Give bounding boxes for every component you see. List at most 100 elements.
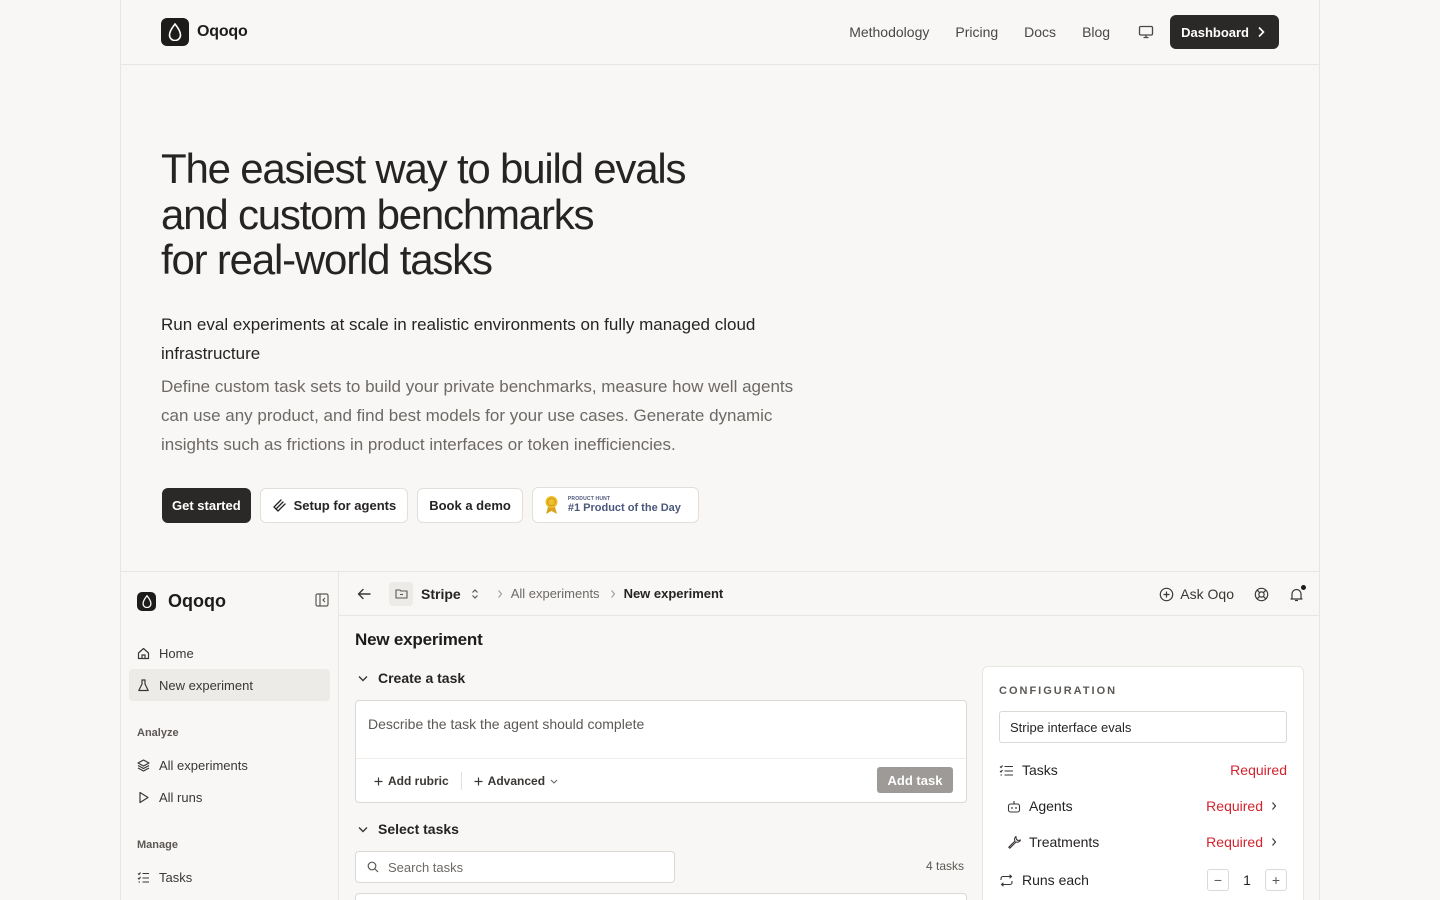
task-composer: Describe the task the agent should compl… [355,700,967,803]
logo-icon [161,18,189,46]
ask-oqo-label: Ask Oqo [1180,586,1234,602]
sidebar-brand[interactable]: Oqoqo [137,591,226,612]
sidebar-item-tasks[interactable]: Tasks [129,861,330,893]
app-sidebar: Oqoqo Home New experiment Analyze All ex… [120,572,339,900]
required-badge: Required [1206,798,1277,814]
setup-agents-label: Setup for agents [293,497,397,513]
hero-title-line: for real-world tasks [161,236,493,283]
brand[interactable]: Oqoqo [161,18,248,46]
configuration-panel: CONFIGURATION Stripe interface evals Tas… [982,666,1304,900]
sidebar-item-label: New experiment [159,677,253,693]
add-rubric-button[interactable]: Add rubric [374,774,449,788]
sidebar-item-home[interactable]: Home [129,637,330,669]
config-label: Runs each [1022,872,1089,888]
list-checks-icon [999,764,1013,776]
task-description-input[interactable]: Describe the task the agent should compl… [368,716,644,732]
create-task-section-toggle[interactable]: Create a task [358,670,465,686]
breadcrumb-current: New experiment [623,586,724,601]
nav-link-docs[interactable]: Docs [1024,24,1056,40]
dashboard-button[interactable]: Dashboard [1170,15,1279,49]
hero-description: Define custom task sets to build your pr… [161,377,794,454]
app-preview: Oqoqo Home New experiment Analyze All ex… [120,571,1320,900]
search-icon [367,861,379,873]
chevron-right-icon [1272,838,1277,846]
sidebar-item-new-experiment[interactable]: New experiment [129,669,330,701]
sidebar-item-all-experiments[interactable]: All experiments [129,749,330,781]
sidebar-collapse-icon[interactable] [315,593,329,612]
task-list [355,893,967,900]
config-label: Tasks [1022,762,1058,778]
sidebar-item-label: Home [159,645,194,661]
bell-icon[interactable] [1289,584,1306,602]
sidebar-section-analyze: Analyze [137,727,179,739]
task-count: 4 tasks [926,859,965,873]
layers-icon [137,758,150,772]
advanced-dropdown[interactable]: Advanced [474,774,558,788]
get-started-button[interactable]: Get started [162,487,251,523]
app-topbar: Stripe All experiments New experiment As… [339,572,1320,616]
monitor-icon[interactable] [1138,25,1154,39]
folder-icon [389,581,413,606]
medal-icon [545,496,558,514]
sidebar-item-all-runs[interactable]: All runs [129,781,330,813]
experiment-name-input[interactable]: Stripe interface evals [999,711,1287,743]
play-icon [139,791,149,803]
breadcrumb-all-experiments[interactable]: All experiments [511,586,600,601]
brand-name: Oqoqo [197,23,248,40]
search-tasks-input[interactable]: Search tasks [355,851,675,883]
chevron-down-icon [358,675,368,681]
notification-dot [1301,584,1306,590]
product-hunt-title: #1 Product of the Day [567,502,681,514]
project-selector[interactable]: Stripe [421,586,461,602]
back-arrow-icon[interactable] [357,588,371,600]
plus-icon [474,777,483,785]
config-row-agents[interactable]: Agents Required [1007,798,1277,814]
cta-row: Get started Setup for agents Book a demo… [162,487,699,523]
config-row-treatments[interactable]: Treatments Required [1007,834,1277,850]
nav-links: Methodology Pricing Docs Blog Dashboard [823,15,1279,49]
add-task-button[interactable]: Add task [877,767,953,793]
plus-icon [374,777,383,785]
setup-agents-button[interactable]: Setup for agents [259,487,409,523]
logo-icon [137,592,156,611]
home-icon [137,647,150,659]
config-row-tasks[interactable]: Tasks Required [999,762,1287,778]
sidebar-item-label: All experiments [159,757,248,773]
sidebar-item-label: All runs [159,789,203,805]
product-hunt-badge[interactable]: PRODUCT HUNT #1 Product of the Day [531,487,699,523]
ask-oqo-button[interactable]: Ask Oqo [1159,586,1234,602]
nav-link-blog[interactable]: Blog [1082,24,1110,40]
sidebar-brand-name: Oqoqo [168,591,226,611]
required-badge: Required [1230,762,1287,778]
task-composer-footer: Add rubric Advanced Add task [356,758,966,803]
wrench-icon [1008,835,1021,849]
chevron-right-icon [610,589,616,599]
decrement-button[interactable]: − [1207,869,1229,891]
help-lifebuoy-icon[interactable] [1254,587,1269,602]
bot-icon [1007,800,1021,813]
section-title: Create a task [378,670,466,686]
divider [460,772,462,790]
hero-lead: Run eval experiments at scale in realist… [161,315,756,363]
nav-link-methodology[interactable]: Methodology [849,24,929,40]
sidebar-section-manage: Manage [137,839,178,851]
required-text: Required [1206,798,1263,814]
chevron-updown-icon[interactable] [471,588,479,600]
nav-link-pricing[interactable]: Pricing [955,24,998,40]
list-checks-icon [137,871,149,883]
plus-circle-icon [1159,587,1174,601]
page-title: New experiment [355,630,483,649]
advanced-label: Advanced [487,774,546,788]
flask-icon [138,678,149,691]
add-rubric-label: Add rubric [388,774,449,788]
required-text: Required [1230,762,1287,778]
config-label: Agents [1029,798,1073,814]
book-demo-button[interactable]: Book a demo [417,487,523,523]
chevron-right-icon [497,589,503,599]
chevron-down-icon [358,826,368,832]
increment-button[interactable]: + [1265,869,1287,891]
select-tasks-section-toggle[interactable]: Select tasks [358,821,459,837]
product-hunt-text: PRODUCT HUNT #1 Product of the Day [568,496,681,514]
dashboard-label: Dashboard [1181,24,1249,40]
hero-title-line: and custom benchmarks [161,190,595,238]
